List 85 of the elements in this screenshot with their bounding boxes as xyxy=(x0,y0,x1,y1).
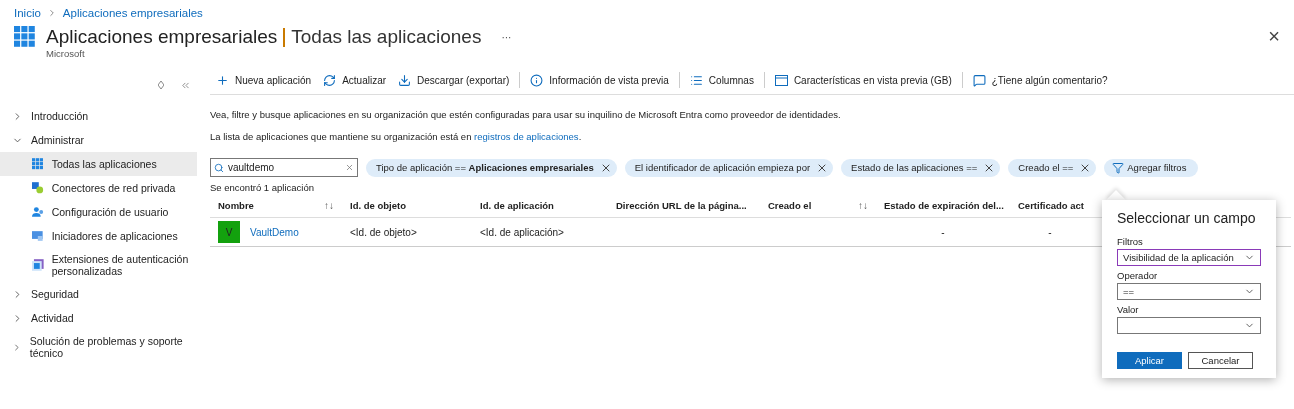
app-grid-icon xyxy=(14,26,36,48)
dropdown-field[interactable] xyxy=(1117,317,1261,334)
field-label: Filtros xyxy=(1117,236,1144,247)
diamond-icon[interactable] xyxy=(158,81,164,89)
filter-chip[interactable]: El identificador de aplicación empieza por xyxy=(624,158,834,177)
search-field[interactable]: vaultdemo xyxy=(210,158,358,177)
table-cell: - xyxy=(941,226,945,238)
column-header[interactable]: Dirección URL de la página... xyxy=(608,199,760,211)
sidebar-label: Configuración de usuario xyxy=(51,206,170,218)
toolbar-button[interactable]: Características en vista previa (GB) xyxy=(768,73,958,87)
clear-icon[interactable] xyxy=(345,163,354,172)
registry-link[interactable]: registros de aplicaciones xyxy=(474,131,579,142)
column-header[interactable]: Certificado act xyxy=(1010,199,1090,211)
toolbar-button[interactable]: Información de vista previa xyxy=(524,73,675,87)
toolbar-button[interactable]: Nueva aplicación xyxy=(210,73,318,87)
toolbar-button[interactable]: Actualizar xyxy=(317,73,393,87)
sort-icon[interactable]: ↑↓ xyxy=(858,199,868,211)
breadcrumb-link[interactable]: Inicio xyxy=(14,7,41,19)
sidebar-label: Actividad xyxy=(31,312,74,324)
sidebar-group[interactable]: Solución de problemas y soporte técnico xyxy=(0,330,197,364)
sort-icon[interactable]: ↑↓ xyxy=(324,199,334,211)
user-gear-icon xyxy=(32,206,44,218)
filter-chip[interactable]: Estado de las aplicaciones == xyxy=(841,158,1001,177)
sidebar-item[interactable]: Extensiones de autenticación personalizadas xyxy=(0,248,197,282)
info-icon xyxy=(530,73,544,87)
more-button[interactable]: ··· xyxy=(501,31,512,43)
apply-button[interactable]: Aplicar xyxy=(1117,352,1182,369)
page-subtitle: Todas las aplicaciones xyxy=(291,26,482,48)
plus-icon xyxy=(216,73,229,87)
close-button[interactable]: × xyxy=(1268,26,1280,46)
sidebar-label: Iniciadores de aplicaciones xyxy=(51,230,179,242)
grid-icon xyxy=(32,158,44,170)
search-icon xyxy=(214,162,224,173)
add-filter-button[interactable]: Agregar filtros xyxy=(1104,158,1199,177)
grid-plus-icon xyxy=(32,182,44,194)
sidebar-label: Solución de problemas y soporte técnico xyxy=(29,335,184,359)
table-cell: - xyxy=(1048,226,1052,238)
sidebar-label: Extensiones de autenticación personalizadas xyxy=(51,253,190,277)
sidebar-label: Administrar xyxy=(31,134,85,146)
preview-window-icon xyxy=(774,73,788,87)
column-header[interactable]: Id. de aplicación xyxy=(472,199,608,211)
sidebar-label: Introducción xyxy=(31,110,89,122)
sidebar-item[interactable]: Todas las aplicaciones xyxy=(0,152,197,176)
sidebar-item[interactable]: Iniciadores de aplicaciones xyxy=(0,224,197,248)
refresh-icon xyxy=(323,73,337,87)
download-icon xyxy=(398,73,412,87)
grid-window-icon xyxy=(32,230,44,242)
field-label: Operador xyxy=(1117,270,1159,281)
sidebar-label: Conectores de red privada xyxy=(51,182,177,194)
window-icon xyxy=(32,259,44,271)
list-icon xyxy=(689,73,703,87)
app-link[interactable]: VaultDemo xyxy=(250,226,299,238)
page-title: Aplicaciones empresariales xyxy=(46,26,278,48)
toolbar-button[interactable]: Columnas xyxy=(683,73,760,87)
result-count: Se encontró 1 aplicación xyxy=(210,182,316,193)
sidebar-item[interactable]: Conectores de red privada xyxy=(0,176,197,200)
organization-name: Microsoft xyxy=(46,48,86,59)
feedback-icon xyxy=(972,73,986,87)
sidebar-group[interactable]: Administrar xyxy=(0,128,197,152)
breadcrumb-link[interactable]: Aplicaciones empresariales xyxy=(62,7,203,19)
sidebar-group[interactable]: Seguridad xyxy=(0,282,197,306)
filter-chip[interactable]: Tipo de aplicación == Aplicaciones empresariales xyxy=(366,158,617,177)
registry-text: La lista de aplicaciones que mantiene su organización está en registros de aplicaciones. xyxy=(210,131,583,142)
sidebar-label: Todas las aplicaciones xyxy=(51,158,158,170)
sidebar-label: Seguridad xyxy=(31,288,79,300)
column-header[interactable]: Creado el ↑↓ xyxy=(760,199,876,211)
popup-title: Seleccionar un campo xyxy=(1117,210,1257,226)
column-header[interactable]: Nombre ↑↓ xyxy=(210,199,342,211)
chevron-right-icon xyxy=(12,341,22,353)
sidebar-item[interactable]: Configuración de usuario xyxy=(0,200,197,224)
table-cell: <Id. de objeto> xyxy=(350,226,417,238)
sidebar-group[interactable]: Actividad xyxy=(0,306,197,330)
app-avatar: V xyxy=(218,221,240,243)
toolbar-button[interactable]: Descargar (exportar) xyxy=(392,73,516,87)
filter-chip[interactable]: Creado el == xyxy=(1008,158,1097,177)
field-label: Valor xyxy=(1117,304,1140,315)
column-header[interactable]: Id. de objeto xyxy=(342,199,472,211)
sidebar-group[interactable]: Introducción xyxy=(0,104,197,128)
column-header[interactable]: Estado de expiración del... xyxy=(876,199,1010,211)
description-text: Vea, filtre y busque aplicaciones en su organización que estén configuradas para usar su inquilino de Microsoft Entra como proveedor de identidades. xyxy=(210,109,842,120)
table-cell: <Id. de aplicación> xyxy=(480,226,564,238)
toolbar-button[interactable]: ¿Tiene algún comentario? xyxy=(966,73,1114,87)
cancel-button[interactable]: Cancelar xyxy=(1188,352,1253,369)
dropdown-field[interactable]: == xyxy=(1117,283,1261,300)
dropdown-field[interactable]: Visibilidad de la aplicación xyxy=(1117,249,1261,266)
